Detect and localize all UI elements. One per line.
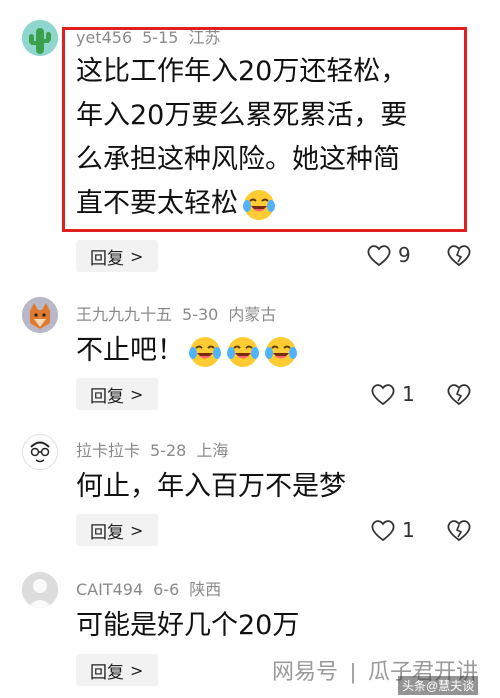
- comment-date: 5-30: [182, 305, 219, 324]
- broken-heart-icon: [447, 384, 471, 406]
- reply-button[interactable]: 回复 >: [76, 378, 158, 410]
- fox-avatar-icon: [22, 297, 58, 333]
- comment-text: 不止吧！: [76, 329, 298, 373]
- like-button[interactable]: 9: [366, 243, 411, 267]
- comment-meta: 拉卡拉卡 5-28 上海: [76, 437, 238, 461]
- laughing-crying-emoji: [265, 336, 297, 367]
- reply-label: 回复: [90, 248, 124, 269]
- chevron-right-icon: >: [130, 384, 144, 404]
- watermark-separator: |: [350, 659, 356, 684]
- comment-text-line-part: 直不要太轻松: [76, 188, 238, 219]
- reply-label: 回复: [90, 662, 124, 683]
- username[interactable]: CAIT494: [76, 580, 143, 599]
- avatar[interactable]: [22, 20, 58, 56]
- broken-heart-icon: [447, 520, 471, 542]
- comment-text: 何止，年入百万不是梦: [76, 465, 346, 509]
- comment-date: 6-6: [153, 580, 180, 599]
- chevron-right-icon: >: [130, 520, 144, 540]
- comment-text: 可能是好几个20万: [76, 604, 299, 648]
- heart-outline-icon: [371, 520, 395, 542]
- comment-text-line: 直不要太轻松: [76, 182, 407, 226]
- comment-location: 内蒙古: [228, 305, 277, 324]
- comment-text: 这比工作年入20万还轻松， 年入20万要么累死累活，要 么承担这种风险。她这种简…: [76, 50, 407, 226]
- watermark-stamp-text: 头条@慧夫谈: [402, 679, 475, 693]
- comment-text-line: 何止，年入百万不是梦: [76, 471, 346, 502]
- comment-text-line: 年入20万要么累死累活，要: [76, 100, 408, 131]
- sketch-face-avatar-icon: [23, 435, 57, 469]
- dislike-button[interactable]: [446, 518, 472, 546]
- default-user-avatar-icon: [22, 572, 58, 608]
- comment-text-line: 么承担这种风险。她这种简: [76, 144, 400, 175]
- broken-heart-icon: [447, 245, 471, 267]
- comment-meta: 王九九九十五 5-30 内蒙古: [76, 301, 286, 325]
- reply-button[interactable]: 回复 >: [76, 240, 158, 272]
- laughing-crying-emoji: [189, 336, 221, 367]
- laughing-crying-emoji: [243, 189, 275, 220]
- comment-location: 上海: [196, 441, 229, 460]
- chevron-right-icon: >: [130, 660, 144, 680]
- username[interactable]: 王九九九十五: [76, 305, 172, 324]
- comment-location: 陕西: [189, 580, 222, 599]
- like-count: 9: [398, 243, 411, 267]
- username[interactable]: 拉卡拉卡: [76, 441, 140, 460]
- comment-text-line: 这比工作年入20万还轻松，: [76, 56, 408, 87]
- reply-label: 回复: [90, 386, 124, 407]
- heart-outline-icon: [367, 245, 391, 267]
- reply-label: 回复: [90, 522, 124, 543]
- comment-date: 5-28: [150, 441, 187, 460]
- like-count: 1: [402, 382, 415, 406]
- reply-button[interactable]: 回复 >: [76, 514, 158, 546]
- watermark-stamp: 头条@慧夫谈: [398, 676, 479, 695]
- heart-outline-icon: [371, 384, 395, 406]
- like-button[interactable]: 1: [370, 382, 415, 406]
- like-count: 1: [402, 518, 415, 542]
- dislike-button[interactable]: [446, 382, 472, 410]
- comment-meta: CAIT494 6-6 陕西: [76, 576, 231, 600]
- dislike-button[interactable]: [446, 243, 472, 271]
- comment-text-line: 可能是好几个20万: [76, 610, 300, 641]
- watermark-source: 网易号: [272, 659, 339, 684]
- reply-button[interactable]: 回复 >: [76, 654, 158, 686]
- laughing-crying-emoji: [227, 336, 259, 367]
- avatar[interactable]: [22, 572, 58, 608]
- avatar[interactable]: [22, 297, 58, 333]
- chevron-right-icon: >: [130, 246, 144, 266]
- avatar[interactable]: [22, 434, 58, 470]
- cactus-avatar-icon: [22, 20, 58, 56]
- comment-text-line: 不止吧！: [76, 335, 184, 366]
- like-button[interactable]: 1: [370, 518, 415, 542]
